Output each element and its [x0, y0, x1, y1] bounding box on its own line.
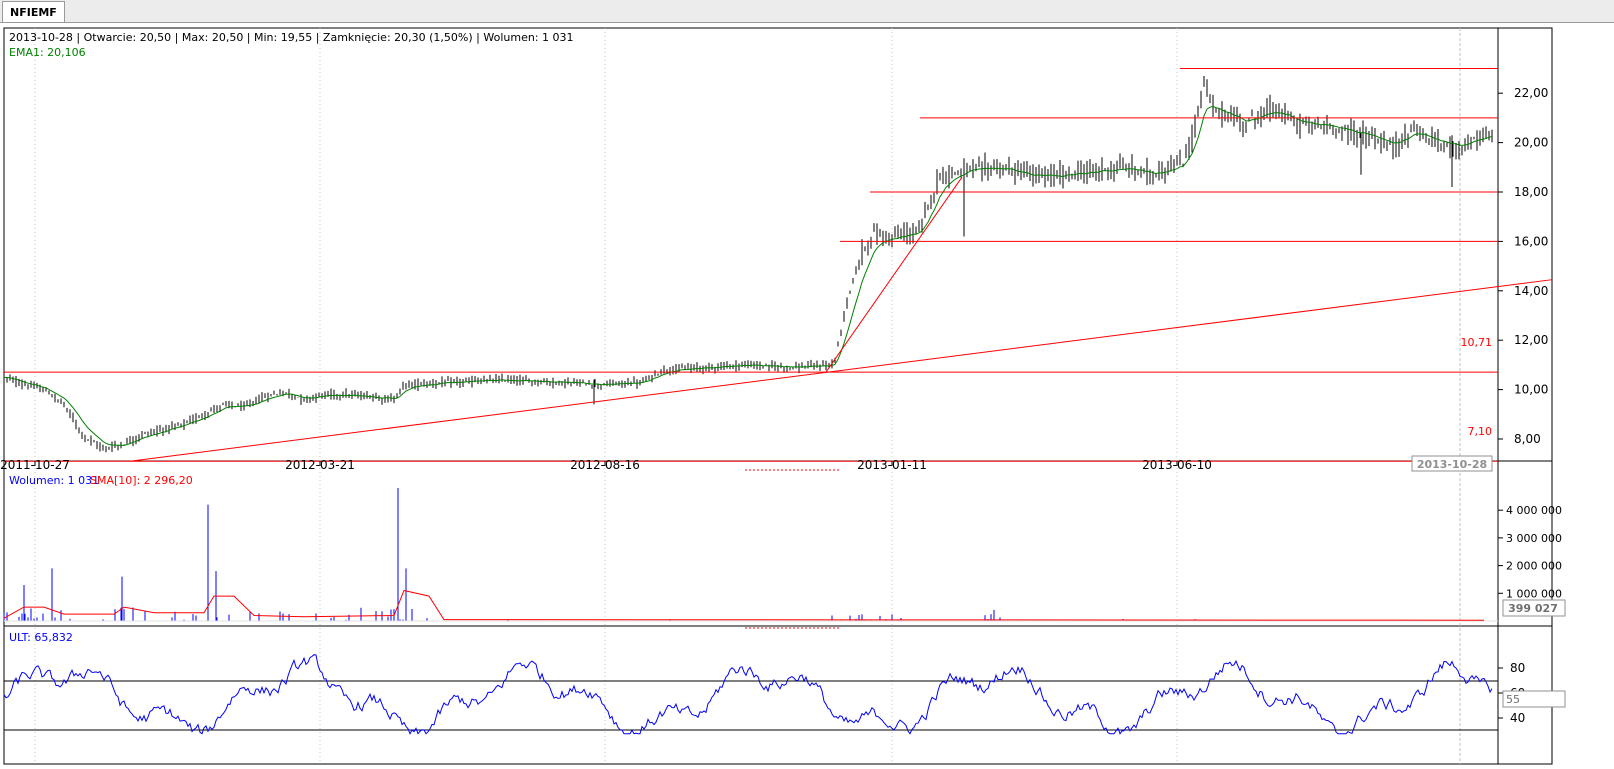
- date-tick-label: 2013-06-10: [1142, 458, 1212, 472]
- price-tick-label: 16,00: [1514, 234, 1548, 248]
- price-y-ticks: 8,00 10,00 12,00 14,00 16,00 18,00 20,00 22,00: [1498, 86, 1548, 446]
- chart-canvas[interactable]: 2013-10-28 | Otwarcie: 20,50 | Max: 20,5…: [0, 23, 1614, 769]
- volume-tick-label: 4 000 000: [1506, 504, 1562, 517]
- date-tick-label: 2013-01-11: [857, 458, 927, 472]
- volume-label: Wolumen: 1 031: [9, 474, 99, 487]
- sma-label: SMA[10]: 2 296,20: [90, 474, 193, 487]
- ult-tick-label: 40: [1510, 711, 1525, 725]
- price-bars: [3, 75, 1493, 453]
- ult-current-value: 55: [1506, 693, 1520, 706]
- volume-bars: [3, 488, 1498, 622]
- price-tick-label: 12,00: [1514, 333, 1548, 347]
- date-tick-label: 2012-03-21: [285, 458, 355, 472]
- sma-line: [3, 589, 1485, 621]
- price-tick-label: 20,00: [1514, 136, 1548, 150]
- level-label-low: 7,10: [1468, 425, 1493, 438]
- chart-tab[interactable]: NFIEMF: [2, 1, 65, 23]
- ema-label: EMA1: 20,106: [9, 46, 86, 59]
- date-tick-label: 2011-10-27: [0, 458, 70, 472]
- trend-lines[interactable]: [4, 68, 1553, 462]
- long-trend-line: [129, 279, 1553, 462]
- chart-area: 2013-10-28 | Otwarcie: 20,50 | Max: 20,5…: [0, 22, 1614, 769]
- ult-line: [3, 654, 1493, 735]
- level-label-high: 10,71: [1461, 336, 1493, 349]
- date-tick-label: 2012-08-16: [570, 458, 640, 472]
- volume-current-value: 399 027: [1508, 602, 1558, 615]
- date-axis: 2011-10-27 2012-03-21 2012-08-16 2013-01-11…: [0, 458, 1212, 472]
- price-tick-label: 14,00: [1514, 284, 1548, 298]
- price-tick-label: 22,00: [1514, 86, 1548, 100]
- ult-tick-label: 80: [1510, 661, 1525, 675]
- steep-trend-line: [825, 176, 963, 373]
- ema-line: [3, 105, 1493, 446]
- ohlc-info-line: 2013-10-28 | Otwarcie: 20,50 | Max: 20,5…: [9, 31, 574, 44]
- date-grid: [34, 28, 1178, 764]
- price-tick-label: 10,00: [1514, 383, 1548, 397]
- chart-frame: [3, 27, 1553, 765]
- ult-label: ULT: 65,832: [9, 631, 73, 644]
- cursor-date-label: 2013-10-28: [1417, 458, 1487, 471]
- volume-tick-label: 3 000 000: [1506, 532, 1562, 545]
- volume-tick-label: 1 000 000: [1506, 587, 1562, 600]
- tab-bar: NFIEMF: [0, 0, 1614, 23]
- price-tick-label: 18,00: [1514, 185, 1548, 199]
- price-tick-label: 8,00: [1514, 432, 1541, 446]
- volume-tick-label: 2 000 000: [1506, 560, 1562, 573]
